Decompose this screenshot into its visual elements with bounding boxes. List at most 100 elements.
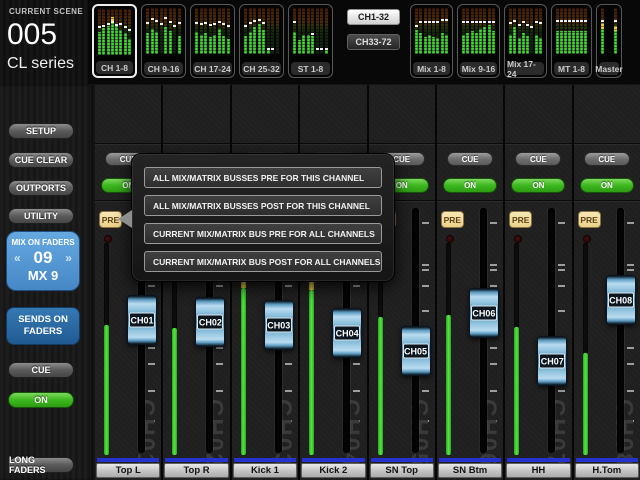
meter-block-ch-1-8[interactable]: CH 1-8	[92, 4, 137, 78]
meter-bar	[479, 8, 482, 54]
master-on-button[interactable]: ON	[8, 392, 74, 408]
channel-name-box[interactable]: SN Top	[370, 463, 434, 478]
fader-track[interactable]	[617, 208, 624, 453]
main-area: SETUP CUE CLEAR OUTPORTS UTILITY MIX ON …	[0, 85, 640, 480]
meter-fill	[302, 35, 305, 54]
popup-item-all-mix-matrix-busses-post-for[interactable]: ALL MIX/MATRIX BUSSES POST FOR THIS CHAN…	[144, 195, 382, 216]
fader-cap[interactable]: CH01	[127, 295, 157, 345]
meter-bar	[271, 8, 274, 54]
meter-bar	[419, 8, 422, 54]
channel-meter	[583, 243, 588, 455]
meter-block-st-1-8[interactable]: ST 1-8	[288, 4, 333, 78]
fader-cap[interactable]: CH05	[401, 326, 431, 376]
channel-color-bar	[165, 458, 227, 462]
fader-cap-label: CH05	[403, 344, 429, 359]
meter-block-mix-1-8[interactable]: Mix 1-8	[410, 4, 453, 78]
channel-name-box[interactable]: Top L	[96, 463, 160, 478]
fader-tick	[422, 310, 429, 312]
on-button[interactable]: ON	[511, 178, 565, 193]
meter-block-ch-25-32[interactable]: CH 25-32	[239, 4, 284, 78]
fader-cap-label: CH02	[197, 315, 223, 330]
on-button[interactable]: ON	[443, 178, 497, 193]
channel-name-box[interactable]: H.Tom	[575, 463, 639, 478]
channel-name-box[interactable]: HH	[506, 463, 570, 478]
bank-button-ch33-72[interactable]: CH33-72	[347, 34, 400, 50]
meter-bar	[320, 8, 323, 54]
meter-bar	[530, 8, 533, 54]
meter-fill	[509, 35, 512, 54]
meter-peak-mark	[576, 20, 579, 22]
meter-bar	[580, 8, 583, 54]
meter-block-mix-9-16[interactable]: Mix 9-16	[457, 4, 500, 78]
cue-button[interactable]: CUE	[584, 152, 630, 166]
meter-bar	[124, 9, 127, 55]
fader-tick	[216, 363, 223, 365]
meter-bar	[307, 8, 310, 54]
sends-on-faders-button[interactable]: SENDS ON FADERS	[6, 307, 80, 345]
meter-peak-led	[583, 235, 591, 243]
pre-badge[interactable]: PRE	[578, 211, 601, 228]
on-button[interactable]: ON	[580, 178, 634, 193]
meter-peak-mark	[419, 21, 422, 23]
prev-mix-icon[interactable]: «	[14, 251, 21, 265]
mix-on-faders-panel[interactable]: MIX ON FADERS « 09 » MX 9	[6, 231, 80, 291]
meter-block-ch-17-24[interactable]: CH 17-24	[190, 4, 235, 78]
strip-divider	[95, 143, 161, 144]
channel-name-box[interactable]: SN Btm	[438, 463, 502, 478]
cue-button[interactable]: CUE	[447, 152, 493, 166]
cue-button[interactable]: CUE	[515, 152, 561, 166]
channel-name-box[interactable]: Kick 1	[233, 463, 297, 478]
popup-item-all-mix-matrix-busses-pre-for-[interactable]: ALL MIX/MATRIX BUSSES PRE FOR THIS CHANN…	[144, 167, 382, 188]
fader-track[interactable]	[548, 208, 555, 453]
fader-cap[interactable]: CH04	[332, 308, 362, 358]
fader-cap[interactable]: CH02	[195, 297, 225, 347]
meter-area	[599, 7, 619, 60]
meter-peak-mark	[151, 18, 154, 20]
meter-block-mix-17-24[interactable]: Mix 17-24	[504, 4, 547, 78]
fader-cap[interactable]: CH07	[537, 336, 567, 386]
channel-name-box[interactable]: Kick 2	[301, 463, 365, 478]
meter-peak-led	[446, 235, 454, 243]
meter-fill	[492, 31, 495, 54]
meter-peak-mark	[244, 25, 247, 27]
fader-tick	[422, 222, 429, 224]
next-mix-icon[interactable]: »	[65, 251, 72, 265]
meter-peak-mark	[483, 21, 486, 23]
meter-peak-mark	[471, 21, 474, 23]
pre-badge[interactable]: PRE	[441, 211, 464, 228]
utility-button[interactable]: UTILITY	[8, 208, 74, 224]
fader-tick	[490, 285, 497, 287]
long-faders-button[interactable]: LONG FADERS	[8, 457, 74, 473]
meter-peak-mark	[124, 26, 127, 28]
pre-badge[interactable]: PRE	[509, 211, 532, 228]
meter-bar	[466, 8, 469, 54]
meter-block-mt-1-8[interactable]: MT 1-8	[551, 4, 592, 78]
setup-button[interactable]: SETUP	[8, 123, 74, 139]
meter-peak-mark	[200, 23, 203, 25]
channel-meter	[446, 243, 451, 455]
meter-fill	[213, 35, 216, 54]
meter-area	[193, 7, 232, 60]
meter-peak-mark	[560, 20, 563, 22]
fader-cap-label: CH07	[539, 354, 565, 369]
meter-fill	[518, 38, 521, 54]
meter-fill	[222, 36, 225, 54]
fader-cap[interactable]: CH03	[264, 300, 294, 350]
fader-tick	[148, 285, 155, 287]
cue-clear-button[interactable]: CUE CLEAR	[8, 152, 74, 168]
meter-fill	[115, 26, 118, 55]
meter-fill	[169, 31, 172, 54]
meter-fill	[227, 39, 230, 54]
outports-button[interactable]: OUTPORTS	[8, 180, 74, 196]
meter-block-master[interactable]: Master	[596, 4, 622, 78]
bank-button-ch1-32[interactable]: CH1-32	[347, 9, 400, 25]
fader-cap[interactable]: CH08	[606, 275, 636, 325]
master-cue-button[interactable]: CUE	[8, 362, 74, 378]
fader-cap[interactable]: CH06	[469, 288, 499, 338]
popup-item-current-mix-matrix-bus-pre-for[interactable]: CURRENT MIX/MATRIX BUS PRE FOR ALL CHANN…	[144, 223, 382, 244]
channel-name-box[interactable]: Top R	[164, 463, 228, 478]
popup-item-current-mix-matrix-bus-post-fo[interactable]: CURRENT MIX/MATRIX BUS POST FOR ALL CHAN…	[144, 251, 382, 272]
meter-fill	[155, 32, 158, 54]
meter-block-ch-9-16[interactable]: CH 9-16	[141, 4, 186, 78]
meter-bar	[213, 8, 216, 54]
